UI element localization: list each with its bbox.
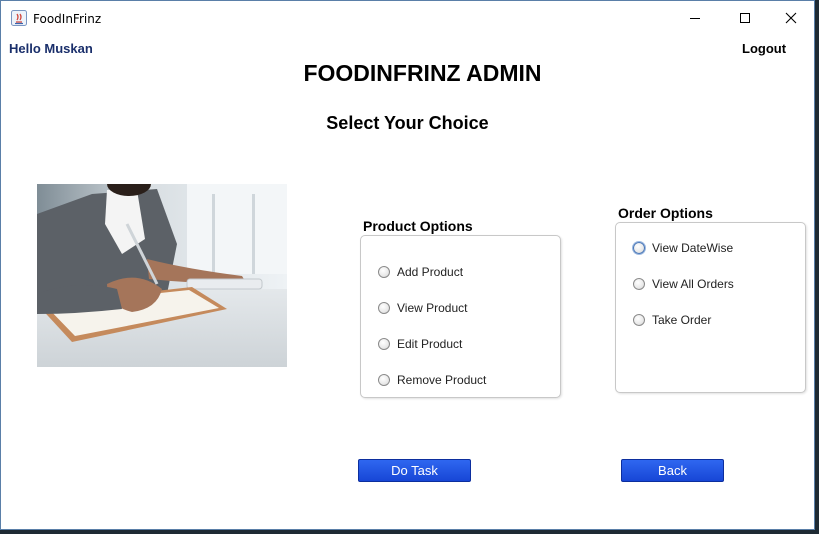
radio-add-product[interactable]: Add Product [378,265,463,279]
radio-edit-product[interactable]: Edit Product [378,337,462,351]
radio-label: Remove Product [397,373,487,387]
radio-label: View Product [397,301,468,315]
radio-button-icon[interactable] [378,266,390,278]
page-subtitle: Select Your Choice [326,113,489,133]
radio-remove-product[interactable]: Remove Product [378,373,486,387]
back-button[interactable]: Back [621,459,724,482]
radio-button-icon[interactable] [633,242,645,254]
minimize-button[interactable] [672,1,718,35]
maximize-button[interactable] [722,1,768,35]
product-options-label: Product Options [363,218,473,234]
app-window: FoodInFrinz Hello Muskan Logout FOODINFR… [0,0,815,530]
radio-button-icon[interactable] [378,302,390,314]
admin-photo [37,184,287,367]
radio-button-icon[interactable] [378,374,390,386]
radio-label: View DateWise [652,241,734,255]
radio-button-icon[interactable] [633,278,645,290]
radio-view-product[interactable]: View Product [378,301,467,315]
do-task-button[interactable]: Do Task [358,459,471,482]
radio-button-icon[interactable] [633,314,645,326]
java-app-icon [11,10,27,26]
radio-label: Take Order [652,313,712,327]
radio-label: View All Orders [652,277,734,291]
radio-label: Add Product [397,265,464,279]
title-bar[interactable]: FoodInFrinz [1,1,814,35]
maximize-icon [740,13,750,23]
radio-view-datewise[interactable]: View DateWise [633,241,733,255]
radio-label: Edit Product [397,337,463,351]
close-button[interactable] [768,1,814,35]
radio-take-order[interactable]: Take Order [633,313,711,327]
page-title: FOODINFRINZ ADMIN [303,60,542,86]
greeting-label: Hello Muskan [9,41,93,56]
radio-view-all-orders[interactable]: View All Orders [633,277,734,291]
minimize-icon [690,18,700,19]
close-icon [785,12,797,24]
radio-button-icon[interactable] [378,338,390,350]
window-title: FoodInFrinz [33,12,102,26]
order-options-label: Order Options [618,205,713,221]
desktop-edge [0,530,819,534]
logout-link[interactable]: Logout [742,41,786,56]
